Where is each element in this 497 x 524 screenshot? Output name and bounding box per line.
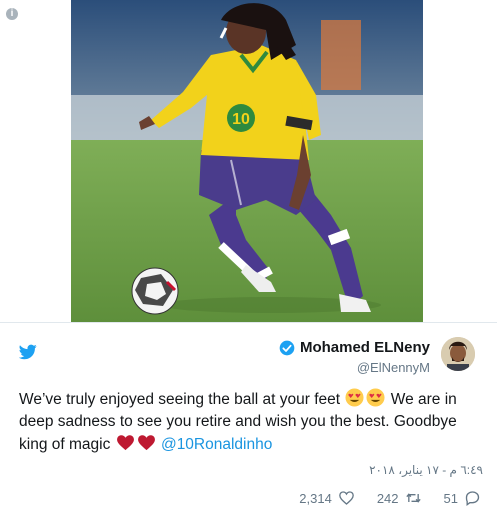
like-button[interactable]: 2,314 [299,490,355,506]
tweet-text-part1: We’ve truly enjoyed seeing the ball at y… [19,391,341,408]
twitter-bird-icon[interactable] [19,344,37,360]
author-display-name[interactable]: Mohamed ELNeny [300,339,430,356]
tweet-embed: i 10 Mohamed ELNeny @ElNennyM We’ve trul… [0,0,497,523]
jersey-number: 10 [232,111,250,128]
reply-icon [465,491,480,506]
info-icon[interactable]: i [6,8,18,20]
avatar[interactable] [441,337,475,371]
verified-badge-icon [279,340,295,355]
tweet-text: We’ve truly enjoyed seeing the ball at y… [19,388,481,456]
author-block[interactable]: Mohamed ELNeny @ElNennyM [279,339,430,375]
tweet-timestamp[interactable]: ٦:٤٩ م - ١٧ يناير، ٢٠١٨ [369,463,483,477]
retweet-button[interactable]: 242 [377,490,422,506]
heart-eyes-emoji [366,388,385,407]
red-heart-emoji [116,435,134,451]
avatar-image [441,337,475,371]
reply-count: 51 [443,490,458,506]
retweet-icon [405,493,421,503]
author-handle[interactable]: @ElNennyM [279,360,430,375]
red-heart-emoji [137,435,155,451]
reply-button[interactable]: 51 [444,490,481,506]
heart-eyes-emoji [345,388,364,407]
heart-icon [338,491,354,505]
retweet-count: 242 [376,490,399,506]
mention-link[interactable]: @10Ronaldinho [161,436,272,453]
like-count: 2,314 [299,490,332,506]
tweet-photo[interactable]: 10 [71,0,423,322]
player-photo: 10 [71,0,423,322]
tweet-actions: 2,314 242 51 [299,490,481,506]
